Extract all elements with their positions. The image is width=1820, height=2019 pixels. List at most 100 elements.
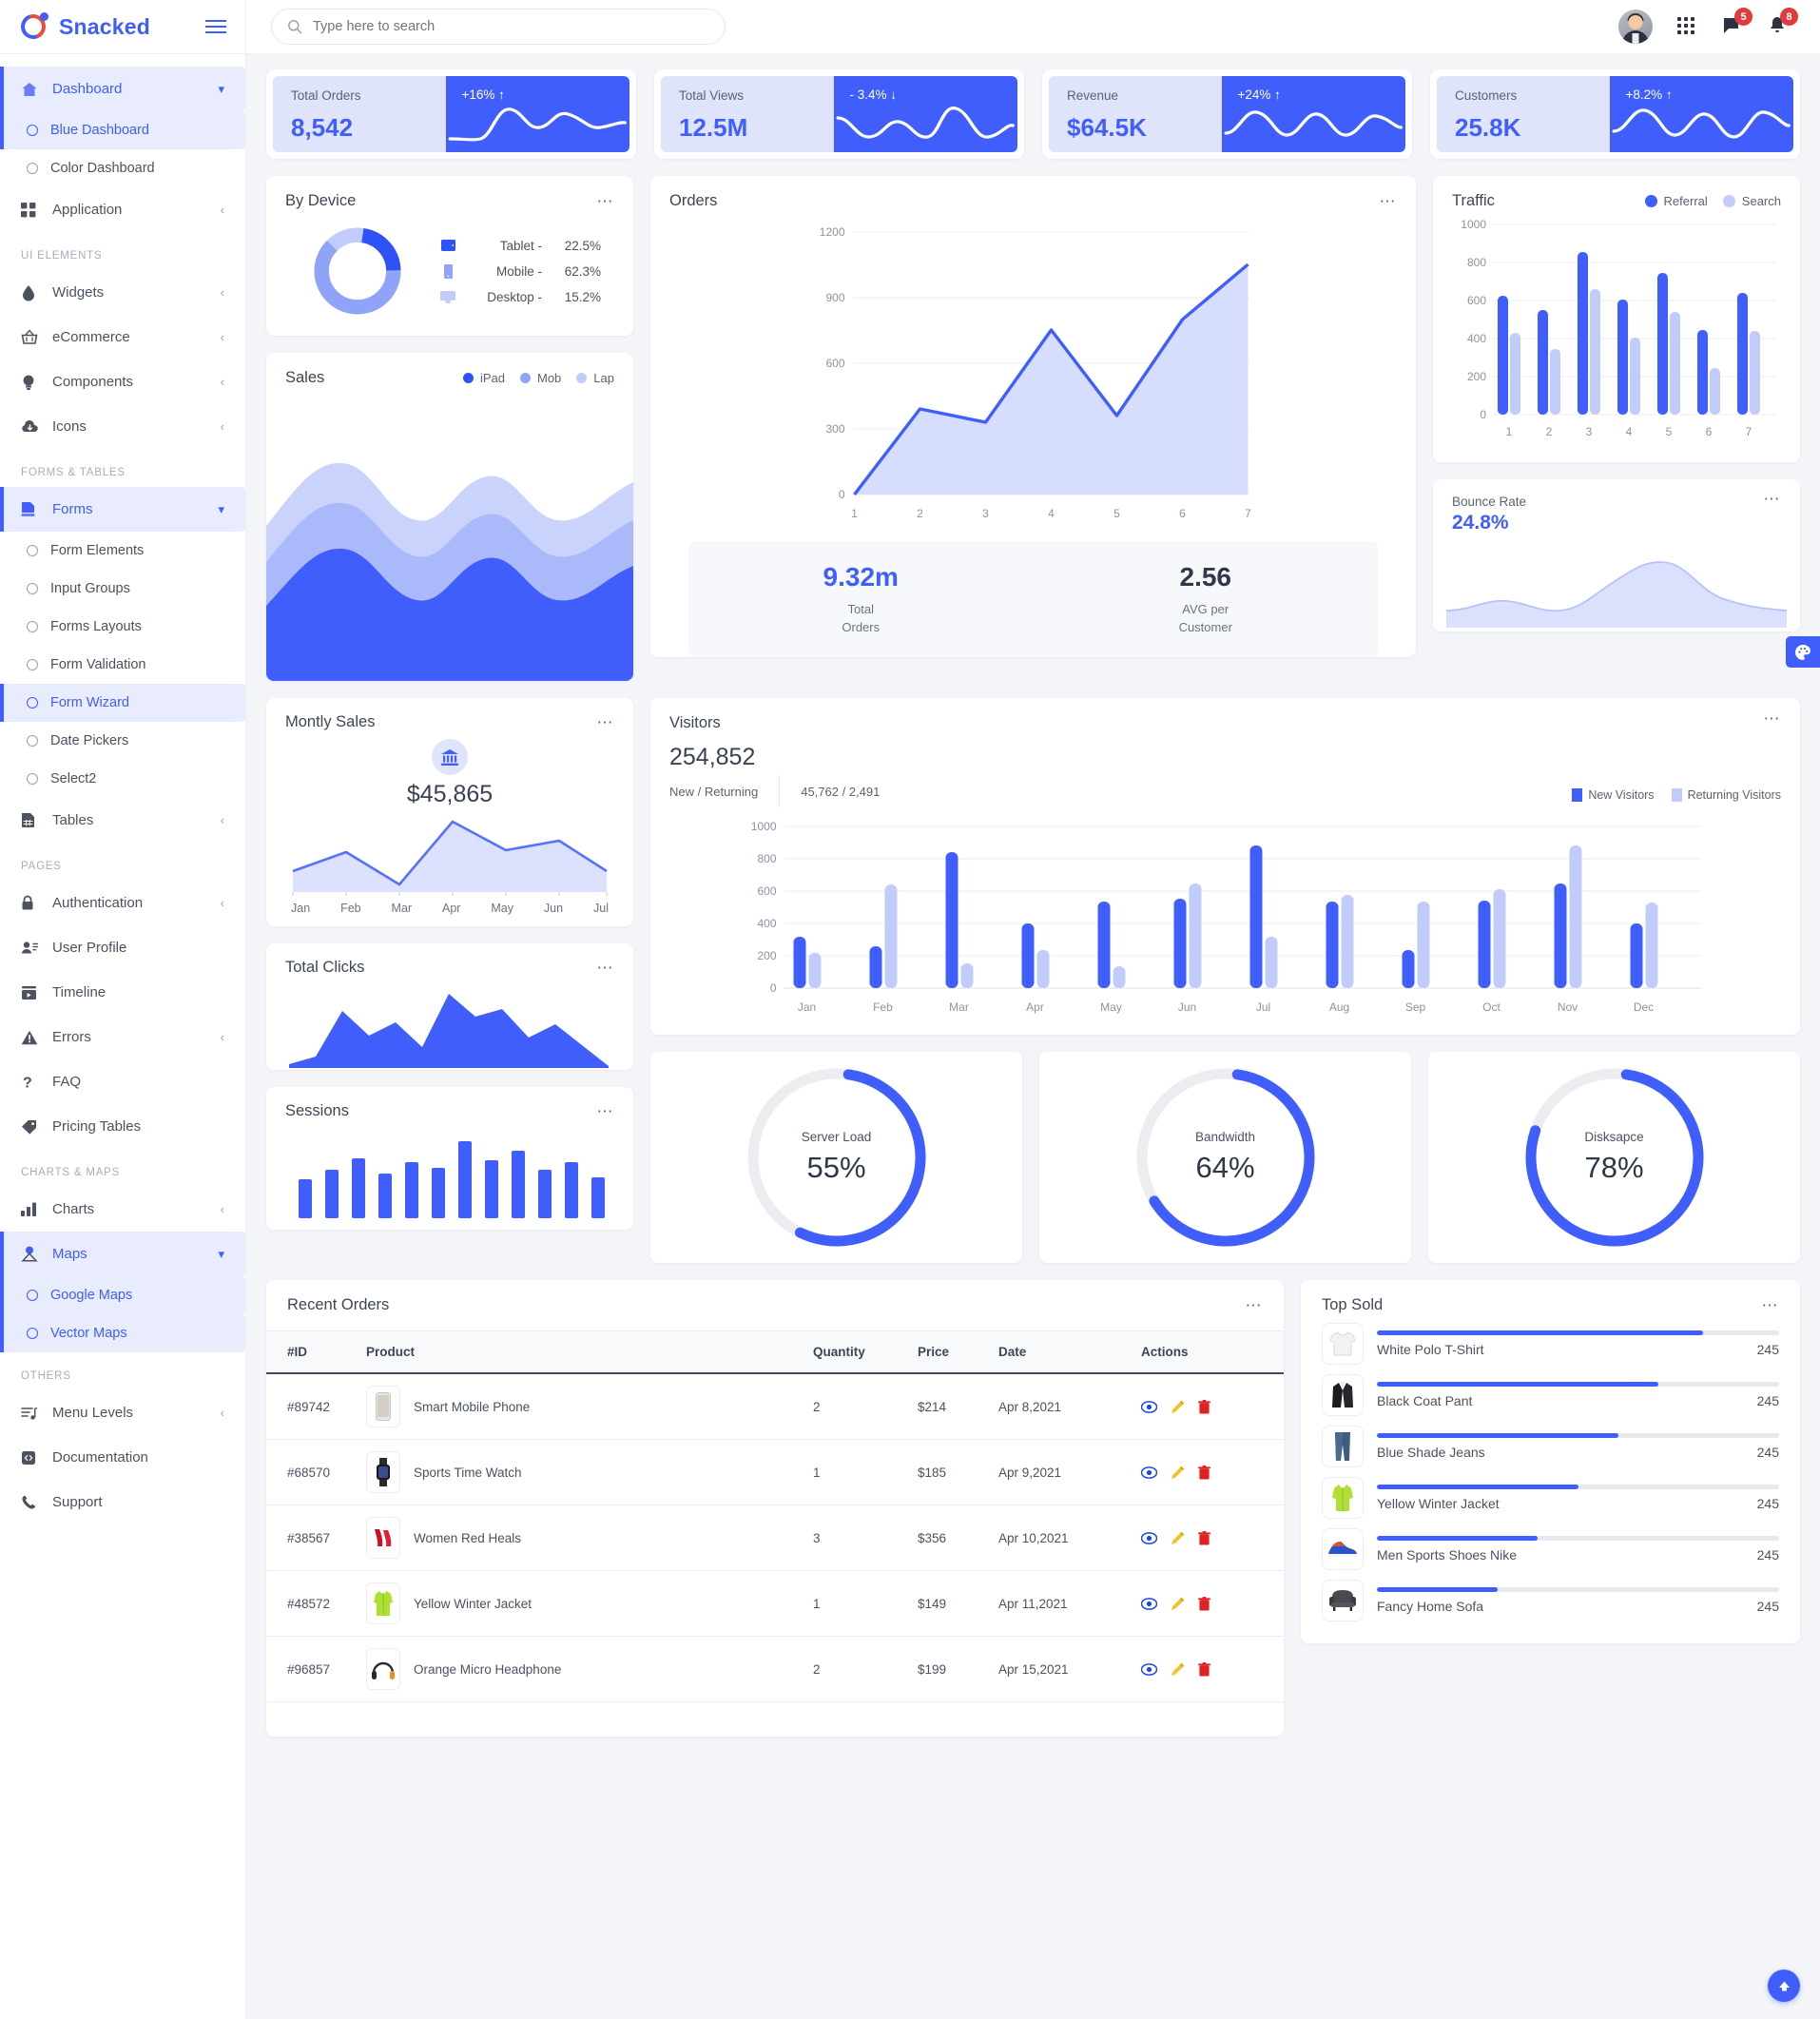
table-row[interactable]: #89742 Smart Mobile Phone 2 $214 Apr 8,2… <box>266 1373 1284 1440</box>
sidebar-item-user-profile[interactable]: User Profile <box>0 925 245 970</box>
view-icon[interactable] <box>1140 1466 1158 1479</box>
cell-price: $185 <box>918 1439 998 1505</box>
more-options-icon[interactable]: ⋯ <box>597 960 615 976</box>
sidebar-section-charts: CHARTS & MAPS <box>21 1167 121 1178</box>
delete-icon[interactable] <box>1198 1661 1210 1677</box>
list-item[interactable]: White Polo T-Shirt 245 <box>1301 1318 1800 1369</box>
kpi-card-revenue[interactable]: Revenue $64.5K +24% ↑ <box>1042 69 1412 159</box>
sidebar-item-label: Form Validation <box>50 657 146 672</box>
sidebar-item-application[interactable]: Application ‹ <box>0 187 245 232</box>
sidebar-item-form-wizard[interactable]: Form Wizard <box>0 684 245 722</box>
chevron-down-icon: ▾ <box>218 501 224 516</box>
palette-icon[interactable] <box>1786 636 1820 668</box>
view-icon[interactable] <box>1140 1400 1158 1413</box>
delete-icon[interactable] <box>1198 1399 1210 1414</box>
table-row[interactable]: #48572 Yellow Winter Jacket 1 $149 Apr 1… <box>266 1570 1284 1637</box>
more-options-icon[interactable]: ⋯ <box>1380 193 1398 209</box>
edit-icon[interactable] <box>1171 1400 1185 1414</box>
more-options-icon[interactable]: ⋯ <box>597 193 615 209</box>
sidebar-item-forms[interactable]: Forms ▾ <box>0 487 245 532</box>
more-options-icon[interactable]: ⋯ <box>1764 491 1782 507</box>
sidebar-item-dashboard[interactable]: Dashboard ▾ <box>0 67 245 111</box>
list-item[interactable]: Blue Shade Jeans 245 <box>1301 1421 1800 1472</box>
sidebar-item-faq[interactable]: ? FAQ <box>0 1059 245 1104</box>
table-row[interactable]: #96857 Orange Micro Headphone 2 $199 Apr… <box>266 1636 1284 1702</box>
sidebar-item-documentation[interactable]: Documentation <box>0 1435 245 1480</box>
delete-icon[interactable] <box>1198 1530 1210 1545</box>
list-item[interactable]: Yellow Winter Jacket 245 <box>1301 1472 1800 1524</box>
sidebar-item-form-validation[interactable]: Form Validation <box>0 646 245 684</box>
grid-apps-icon[interactable] <box>1675 15 1698 38</box>
delete-icon[interactable] <box>1198 1596 1210 1611</box>
sidebar-item-authentication[interactable]: Authentication ‹ <box>0 881 245 925</box>
by-device-title: By Device <box>285 192 357 209</box>
edit-icon[interactable] <box>1171 1597 1185 1611</box>
list-item-body: Black Coat Pant 245 <box>1377 1382 1779 1408</box>
table-row[interactable]: #38567 Women Red Heals 3 $356 Apr 10,202… <box>266 1505 1284 1571</box>
more-options-icon[interactable]: ⋯ <box>597 1103 615 1119</box>
view-icon[interactable] <box>1140 1662 1158 1676</box>
sidebar-item-menu-levels[interactable]: Menu Levels ‹ <box>0 1390 245 1435</box>
edit-icon[interactable] <box>1171 1466 1185 1480</box>
gauge-server-load: Server Load 55% <box>741 1061 933 1253</box>
sidebar-item-google-maps[interactable]: Google Maps <box>0 1276 245 1314</box>
avatar[interactable] <box>1618 10 1653 44</box>
gauge-card-bandwidth: Bandwidth 64% <box>1039 1052 1411 1263</box>
message-icon[interactable]: 5 <box>1721 8 1752 38</box>
arrow-up-icon[interactable] <box>1768 1970 1800 2002</box>
list-item[interactable]: Men Sports Shoes Nike 245 <box>1301 1524 1800 1575</box>
more-options-icon[interactable]: ⋯ <box>1246 1297 1264 1313</box>
sidebar-section-pages: PAGES <box>21 861 62 872</box>
product-name: Smart Mobile Phone <box>414 1399 531 1414</box>
sidebar-item-support[interactable]: Support <box>0 1480 245 1524</box>
sidebar-item-blue-dashboard[interactable]: Blue Dashboard <box>0 111 245 149</box>
traffic-title: Traffic <box>1452 192 1495 209</box>
by-device-legend: Tablet - 22.5% Mobile - 62.3% Desktop - … <box>437 233 601 310</box>
view-icon[interactable] <box>1140 1597 1158 1610</box>
col-date: Date <box>998 1331 1141 1374</box>
sidebar-item-input-groups[interactable]: Input Groups <box>0 570 245 608</box>
more-options-icon[interactable]: ⋯ <box>1764 710 1782 727</box>
sidebar-item-maps[interactable]: Maps ▾ <box>0 1232 245 1276</box>
sidebar-item-color-dashboard[interactable]: Color Dashboard <box>0 149 245 187</box>
sidebar-item-tables[interactable]: Tables ‹ <box>0 798 245 843</box>
edit-icon[interactable] <box>1171 1531 1185 1545</box>
view-icon[interactable] <box>1140 1531 1158 1544</box>
sidebar-item-label: Application <box>52 202 123 218</box>
sidebar-item-vector-maps[interactable]: Vector Maps <box>0 1314 245 1352</box>
list-item[interactable]: Black Coat Pant 245 <box>1301 1369 1800 1421</box>
sidebar-item-ecommerce[interactable]: eCommerce ‹ <box>0 315 245 359</box>
axis-tick: Jan <box>291 902 311 915</box>
kpi-card-customers[interactable]: Customers 25.8K +8.2% ↑ <box>1430 69 1800 159</box>
list-item[interactable]: Fancy Home Sofa 245 <box>1301 1575 1800 1626</box>
kpi-card-total-orders[interactable]: Total Orders 8,542 +16% ↑ <box>266 69 636 159</box>
sidebar-item-components[interactable]: Components ‹ <box>0 359 245 404</box>
circle-bullet-icon <box>27 1328 38 1339</box>
sidebar-item-timeline[interactable]: Timeline <box>0 970 245 1015</box>
sidebar-item-icons[interactable]: Icons ‹ <box>0 404 245 449</box>
more-options-icon[interactable]: ⋯ <box>1762 1297 1780 1313</box>
kpi-card-total-views[interactable]: Total Views 12.5M - 3.4% ↓ <box>654 69 1024 159</box>
table-row[interactable]: #68570 Sports Time Watch 1 $185 Apr 9,20… <box>266 1439 1284 1505</box>
sidebar-item-form-elements[interactable]: Form Elements <box>0 532 245 570</box>
edit-icon[interactable] <box>1171 1662 1185 1677</box>
search-box[interactable] <box>271 9 726 45</box>
table-header-row: #ID Product Quantity Price Date Actions <box>266 1331 1284 1374</box>
sidebar-item-forms-layouts[interactable]: Forms Layouts <box>0 608 245 646</box>
svg-text:Apr: Apr <box>1026 1000 1044 1014</box>
sidebar-item-pricing-tables[interactable]: Pricing Tables <box>0 1104 245 1149</box>
circle-bullet-icon <box>27 125 38 136</box>
traffic-card: Traffic Referral Search 1000 800 600 400 20… <box>1433 176 1800 462</box>
sidebar-item-widgets[interactable]: Widgets ‹ <box>0 270 245 315</box>
sidebar-item-select2[interactable]: Select2 <box>0 760 245 798</box>
delete-icon[interactable] <box>1198 1465 1210 1480</box>
monthly-sales-summary: $45,865 <box>285 739 614 808</box>
hamburger-icon[interactable] <box>205 20 226 33</box>
sidebar-item-charts[interactable]: Charts ‹ <box>0 1187 245 1232</box>
sidebar-item-errors[interactable]: Errors ‹ <box>0 1015 245 1059</box>
search-input[interactable] <box>313 19 709 34</box>
sidebar-item-date-pickers[interactable]: Date Pickers <box>0 722 245 760</box>
bell-icon[interactable]: 8 <box>1767 8 1798 38</box>
recent-orders-title: Recent Orders <box>287 1296 390 1313</box>
more-options-icon[interactable]: ⋯ <box>597 714 615 730</box>
